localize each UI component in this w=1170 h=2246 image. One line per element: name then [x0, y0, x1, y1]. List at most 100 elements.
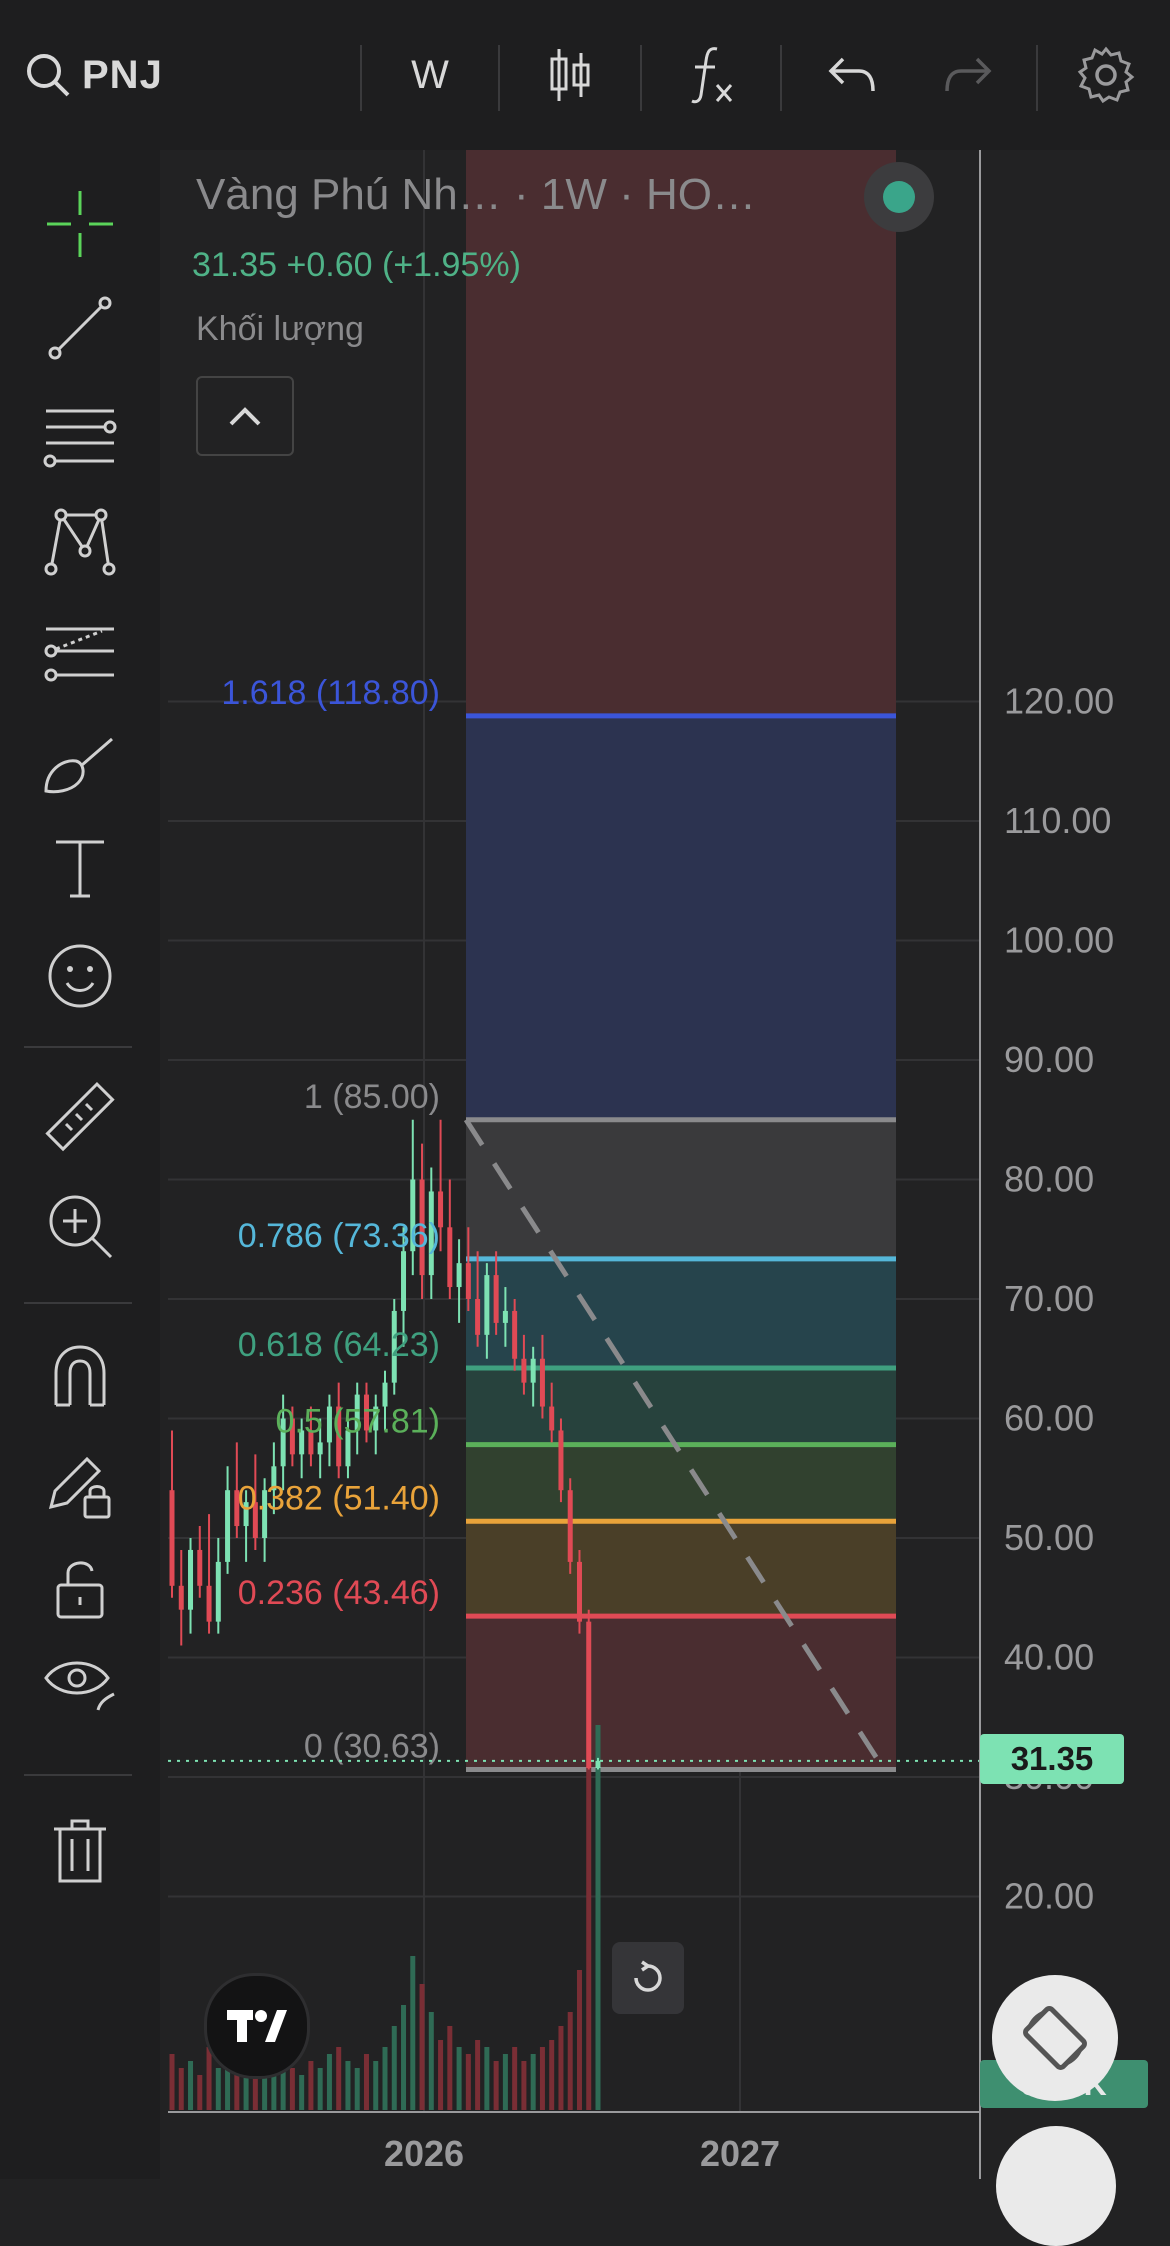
- candle-body: [401, 1251, 407, 1311]
- trend-line-tool[interactable]: [38, 286, 122, 370]
- candle-body: [215, 1561, 221, 1622]
- crosshair-tool[interactable]: [38, 182, 122, 266]
- lock-drawing-tool[interactable]: [38, 1444, 122, 1528]
- redo-button[interactable]: [910, 0, 1026, 150]
- volume-bar: [326, 2054, 332, 2110]
- time-axis[interactable]: 2026 2027: [384, 2133, 780, 2174]
- candle-body: [530, 1358, 536, 1383]
- candle-body: [188, 1549, 194, 1610]
- candle-body: [178, 1585, 184, 1610]
- fib-zone: [466, 1367, 896, 1445]
- price-axis-label: 20.00: [1004, 1876, 1094, 1917]
- candle-body: [576, 1561, 582, 1622]
- magnet-tool[interactable]: [38, 1334, 122, 1418]
- chart-type-button[interactable]: [512, 0, 628, 150]
- bottom-action-button[interactable]: [996, 2126, 1116, 2246]
- volume-bar: [391, 2026, 397, 2110]
- volume-bar: [401, 2005, 407, 2110]
- top-toolbar: PNJ W: [0, 0, 1170, 150]
- volume-bar: [558, 2026, 564, 2110]
- unlock-tool[interactable]: [38, 1546, 122, 1630]
- visibility-tool[interactable]: [38, 1642, 122, 1726]
- candle-body: [595, 1760, 601, 1769]
- volume-bar: [336, 2047, 342, 2110]
- indicators-button[interactable]: [654, 0, 770, 150]
- volume-bar: [197, 2075, 203, 2110]
- toolbar-divider: [24, 1774, 132, 1776]
- volume-bar: [438, 2040, 444, 2110]
- fib-zone: [466, 1521, 896, 1617]
- price-axis-label: 60.00: [1004, 1398, 1094, 1439]
- emoji-icon: [48, 944, 112, 1008]
- toolbar-divider: [24, 1046, 132, 1048]
- magnet-icon: [54, 1345, 106, 1407]
- settings-button[interactable]: [1048, 0, 1164, 150]
- unlock-icon: [56, 1561, 104, 1619]
- fib-tool[interactable]: [38, 394, 122, 478]
- candle-body: [197, 1549, 203, 1586]
- projection-tool[interactable]: [38, 610, 122, 694]
- pattern-tool[interactable]: [38, 500, 122, 584]
- interval-button[interactable]: W: [372, 0, 488, 150]
- fib-zone: [466, 1258, 896, 1368]
- rotate-icon: [1023, 2006, 1087, 2070]
- collapse-legend-button[interactable]: [196, 376, 294, 456]
- candle-body: [549, 1406, 555, 1431]
- candle-body: [206, 1585, 212, 1622]
- remove-drawings-tool[interactable]: [38, 1810, 122, 1894]
- candle-body: [539, 1358, 545, 1407]
- price-axis[interactable]: 120.00 110.00 100.00 90.00 80.00 70.00 60.00 50…: [1004, 681, 1114, 1917]
- zoom-tool[interactable]: [38, 1184, 122, 1268]
- candle-body: [465, 1263, 471, 1299]
- volume-bar: [317, 2068, 323, 2110]
- volume-bar: [475, 2040, 481, 2110]
- fib-zone: [466, 1616, 896, 1770]
- brush-icon: [44, 737, 113, 794]
- tradingview-logo[interactable]: [204, 1973, 310, 2079]
- toolbar-divider: [640, 45, 642, 111]
- volume-bar: [595, 1725, 601, 2110]
- ruler-tool[interactable]: [38, 1076, 122, 1160]
- price-chart[interactable]: 1.618 (118.80) 1 (85.00) 0.786 (73.36) 0.61…: [0, 0, 1170, 2179]
- fib-level-label: 0 (30.63): [304, 1727, 440, 1765]
- ruler-icon: [45, 1081, 115, 1152]
- toolbar-divider: [360, 45, 362, 111]
- price-axis-label: 90.00: [1004, 1039, 1094, 1080]
- volume-bar: [549, 2040, 555, 2110]
- fib-zone: [466, 1119, 896, 1259]
- brush-tool[interactable]: [38, 722, 122, 806]
- volume-legend[interactable]: Khối lượng: [196, 310, 364, 349]
- candle-body: [225, 1490, 231, 1562]
- pattern-icon: [44, 508, 116, 576]
- volume-bar: [428, 2012, 434, 2110]
- crosshair-icon: [47, 191, 113, 257]
- candle-body: [586, 1621, 592, 1769]
- fib-level-label: 1.618 (118.80): [221, 674, 440, 712]
- symbol-search-button[interactable]: PNJ: [24, 0, 194, 150]
- symbol-title[interactable]: Vàng Phú Nh… · 1W · HO…: [196, 170, 756, 220]
- toolbar-divider: [1036, 45, 1038, 111]
- redo-icon: [945, 57, 992, 92]
- price-axis-label: 80.00: [1004, 1159, 1094, 1200]
- fib-level-label: 0.786 (73.36): [238, 1217, 440, 1255]
- lock-drawing-icon: [48, 1456, 111, 1519]
- rotate-screen-button[interactable]: [992, 1975, 1118, 2101]
- volume-bar: [539, 2047, 545, 2110]
- market-status-indicator[interactable]: [864, 162, 934, 232]
- candle-body: [567, 1490, 573, 1562]
- candle-body: [169, 1490, 175, 1586]
- time-axis-label: 2027: [700, 2133, 780, 2174]
- volume-bar: [345, 2061, 351, 2110]
- fib-retracement-drawing[interactable]: [466, 148, 896, 1772]
- reset-chart-button[interactable]: [612, 1942, 684, 2014]
- text-tool[interactable]: [38, 826, 122, 910]
- volume-bar: [169, 2054, 175, 2110]
- volume-bar: [521, 2061, 527, 2110]
- emoji-tool[interactable]: [38, 934, 122, 1018]
- candle-body: [493, 1275, 499, 1323]
- fib-level-label: 0.382 (51.40): [238, 1479, 440, 1517]
- volume-bar: [493, 2061, 499, 2110]
- undo-button[interactable]: [794, 0, 910, 150]
- toolbar-divider: [24, 1302, 132, 1304]
- volume-bar: [308, 2061, 314, 2110]
